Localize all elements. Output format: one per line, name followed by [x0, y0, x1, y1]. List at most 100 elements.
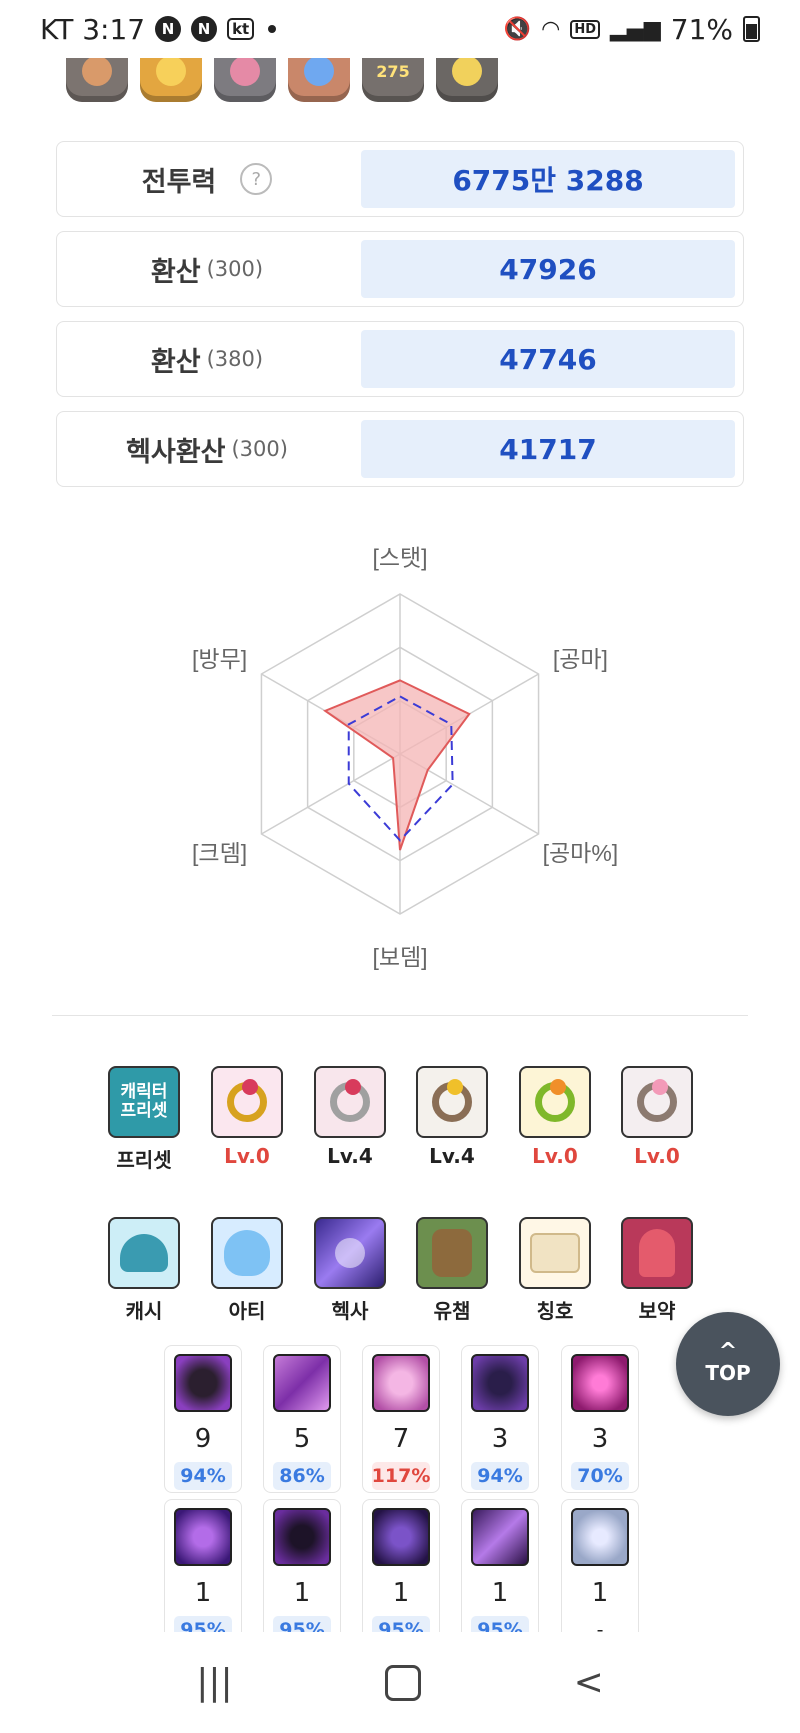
skill-percent: 86% [273, 1462, 331, 1490]
green-ring-icon [519, 1066, 591, 1138]
radar-axis-label: [방무] [192, 646, 247, 672]
skill-card[interactable]: 3 70% [561, 1345, 639, 1493]
lightning-skill-icon [571, 1354, 629, 1412]
symbol-button[interactable]: 보약 [612, 1217, 702, 1324]
skill-card[interactable]: 1 95% [263, 1499, 341, 1647]
recent-apps-button[interactable]: ||| [196, 1662, 232, 1703]
stat-label: 전투력 ? [57, 160, 357, 199]
wifi-icon: ◠ [541, 16, 561, 42]
skill-level: 3 [591, 1424, 609, 1454]
skill-card[interactable]: 9 94% [164, 1345, 242, 1493]
stat-label-sub: (300) [206, 257, 264, 281]
preset-button[interactable]: 캐릭터 프리셋 프리셋 [99, 1066, 189, 1173]
more-notifications-icon [268, 25, 277, 33]
android-button[interactable]: 아티 [202, 1217, 292, 1324]
skill-card[interactable]: 7 117% [362, 1345, 440, 1493]
skill-level: 1 [293, 1578, 311, 1608]
radar-spoke [261, 753, 401, 835]
top-label: TOP [705, 1361, 751, 1385]
back-button[interactable]: < [574, 1662, 604, 1703]
skill-percent: 94% [174, 1462, 232, 1490]
stat-label: 환산 (300) [57, 250, 357, 289]
scroll-to-top-button[interactable]: ^ TOP [676, 1312, 780, 1416]
status-left: KT 3:17 N N kt [40, 12, 277, 46]
ring-5-button[interactable]: Lv.0 [612, 1066, 702, 1168]
cash-button[interactable]: 캐시 [99, 1217, 189, 1324]
skill-level: 3 [491, 1424, 509, 1454]
pink-skill-icon [372, 1354, 430, 1412]
stat-value: 41717 [361, 420, 735, 478]
section-divider [52, 1015, 748, 1016]
skill-level: 5 [293, 1424, 311, 1454]
skill-card[interactable]: 1 - [561, 1499, 639, 1647]
skill-card[interactable]: 1 95% [362, 1499, 440, 1647]
ring-link-skill-icon [571, 1508, 629, 1566]
shadow-skill-icon [471, 1354, 529, 1412]
skill-level: 9 [194, 1424, 212, 1454]
android-label: 아티 [228, 1299, 266, 1323]
conversion-300-row: 환산 (300) 47926 [56, 231, 744, 307]
stat-value: 47746 [361, 330, 735, 388]
skill-level: 1 [194, 1578, 212, 1608]
skill-card[interactable]: 3 94% [461, 1345, 539, 1493]
warrior-character-icon [416, 1217, 488, 1289]
radar-axis-label: [공마] [553, 646, 608, 672]
help-icon[interactable]: ? [240, 163, 273, 195]
radar-series-current [323, 679, 471, 851]
bronze-ring-icon [416, 1066, 488, 1138]
radar-chart: [스탯] [공마] [공마%] [보뎀] [크뎀] [방무] [192, 545, 619, 970]
status-right: 🔇 ◠ HD ▂▄▆ 71% [504, 13, 760, 46]
skill-level: 7 [392, 1424, 410, 1454]
skill-level: 1 [392, 1578, 410, 1608]
hexa-button[interactable]: 헥사 [305, 1217, 395, 1324]
silver-ring-icon [314, 1066, 386, 1138]
ring-4-button[interactable]: Lv.0 [510, 1066, 600, 1168]
title-button[interactable]: 칭호 [510, 1217, 600, 1324]
radar-axis-label: [크뎀] [192, 840, 247, 866]
ring-2-level: Lv.4 [327, 1144, 373, 1168]
skill-percent: 94% [471, 1462, 529, 1490]
carrier-time: KT 3:17 [40, 12, 146, 46]
legion-button[interactable]: 유챔 [407, 1217, 497, 1324]
notebook-icon [519, 1217, 591, 1289]
naver-notification-icon: N [191, 16, 218, 42]
status-bar: KT 3:17 N N kt 🔇 ◠ HD ▂▄▆ 71% [0, 0, 800, 58]
stat-label-text: 환산 [150, 256, 201, 288]
hexa-galaxy-icon [314, 1217, 386, 1289]
hexa-label: 헥사 [331, 1299, 369, 1323]
system-nav-bar: ||| < [0, 1632, 800, 1733]
title-label: 칭호 [536, 1299, 574, 1323]
skill-card[interactable]: 1 95% [461, 1499, 539, 1647]
ring-1-button[interactable]: Lv.0 [202, 1066, 292, 1168]
stat-label: 헥사환산 (300) [57, 430, 357, 469]
stat-label-sub: (300) [231, 437, 288, 461]
home-button[interactable] [385, 1664, 422, 1701]
skill-card[interactable]: 5 86% [263, 1345, 341, 1493]
pink-ring-icon [621, 1066, 693, 1138]
preset-icon: 캐릭터 프리셋 [108, 1066, 180, 1138]
gold-ring-icon [211, 1066, 283, 1138]
level-medal-text: 275 [376, 61, 410, 81]
skill-card[interactable]: 1 95% [164, 1499, 242, 1647]
rune-skill-icon [471, 1508, 529, 1566]
skill-percent: 70% [571, 1462, 629, 1490]
naver-notification-icon: N [155, 16, 182, 42]
ring-3-button[interactable]: Lv.4 [407, 1066, 497, 1168]
radar-axis-label: [공마%] [543, 840, 619, 866]
preset-label: 프리셋 [116, 1148, 172, 1172]
skill-percent: 117% [372, 1462, 430, 1490]
skill-level: 1 [491, 1578, 509, 1608]
ring-2-button[interactable]: Lv.4 [305, 1066, 395, 1168]
stat-value: 47926 [361, 240, 735, 298]
mushroom-icon [211, 1217, 283, 1289]
ring-1-level: Lv.0 [224, 1144, 270, 1168]
purple-skill-icon [273, 1354, 331, 1412]
stat-label-text: 헥사환산 [126, 436, 226, 468]
kt-notification-icon: kt [227, 18, 255, 40]
hexa-conversion-row: 헥사환산 (300) 41717 [56, 411, 744, 487]
radar-axis-label: [보뎀] [372, 944, 427, 970]
cash-label: 캐시 [125, 1299, 163, 1323]
stat-label-sub: (380) [206, 347, 264, 371]
stat-label: 환산 (380) [57, 340, 357, 379]
battery-icon [743, 16, 760, 42]
